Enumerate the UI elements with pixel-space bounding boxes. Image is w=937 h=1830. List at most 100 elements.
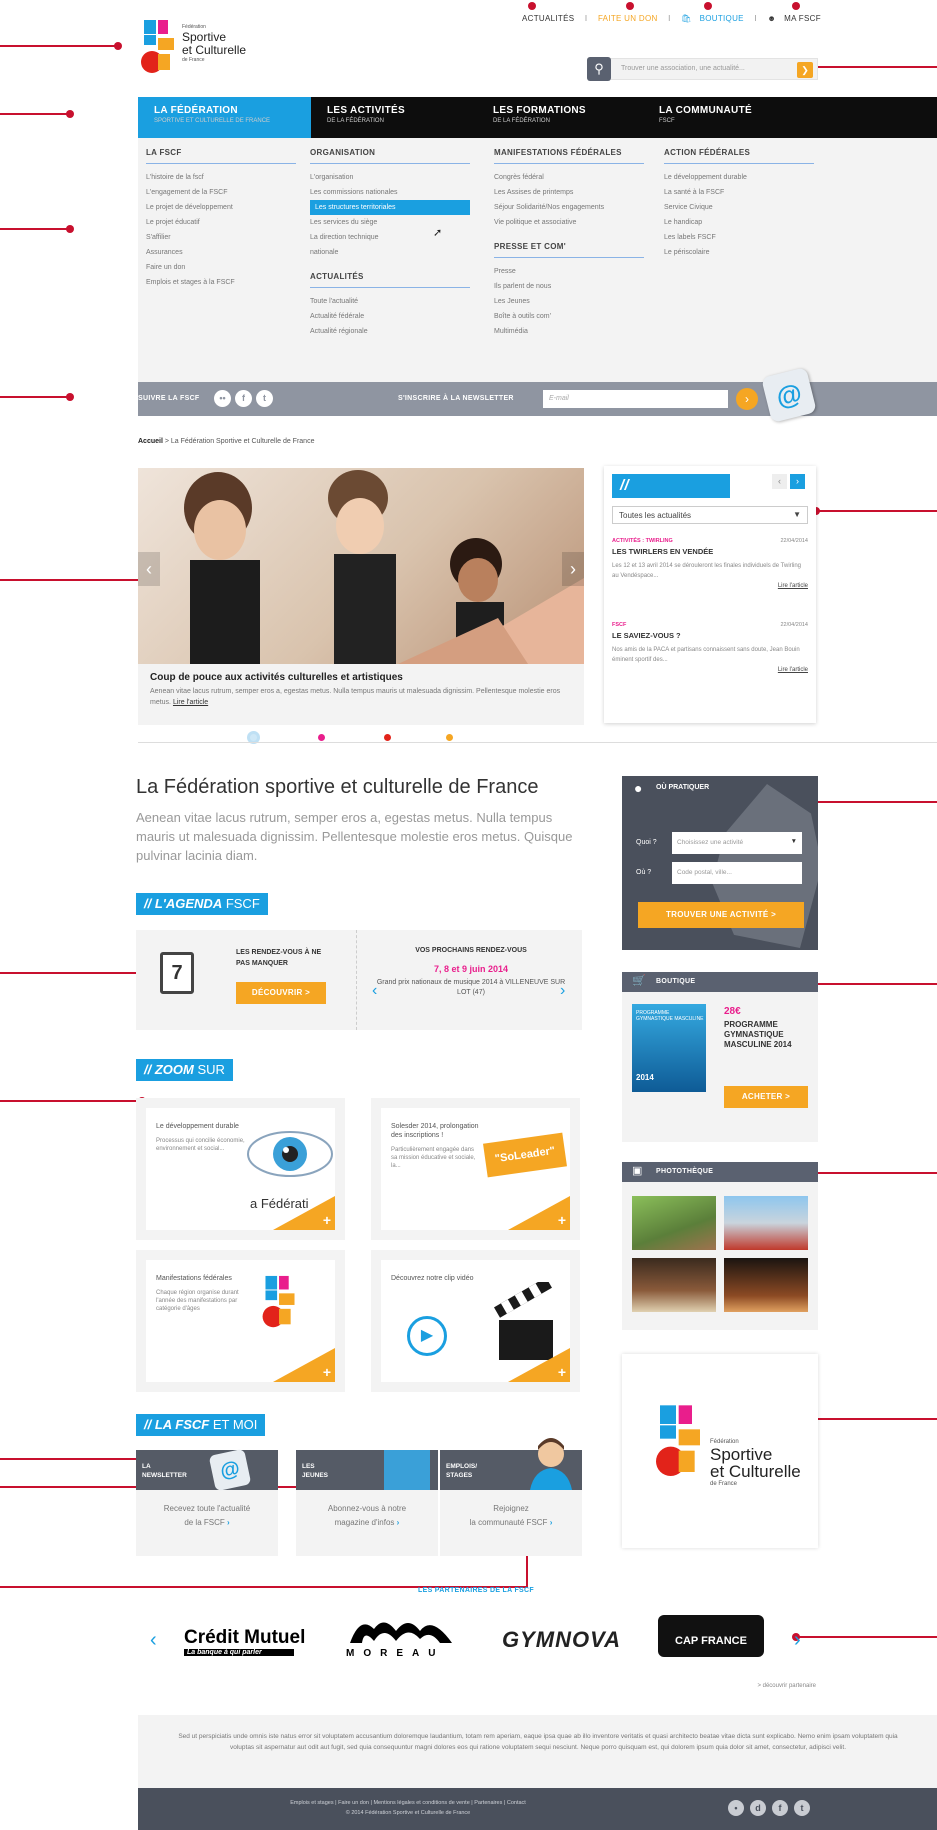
mega-link[interactable]: Actualité régionale: [310, 324, 470, 339]
mega-link[interactable]: nationale: [310, 245, 470, 260]
partners-next-arrow[interactable]: ›: [794, 1629, 801, 1652]
flickr-icon[interactable]: •: [728, 1800, 744, 1816]
news-prev-button[interactable]: ‹: [772, 474, 787, 489]
mega-link[interactable]: Le projet de développement: [146, 200, 296, 215]
top-link-boutique[interactable]: BOUTIQUE: [700, 14, 744, 23]
mega-link[interactable]: Le périscolaire: [664, 245, 814, 260]
all-partners-link[interactable]: > découvrir partenaire: [620, 1683, 816, 1689]
search-icon[interactable]: ⚲: [587, 57, 611, 81]
dailymotion-icon[interactable]: d: [750, 1800, 766, 1816]
partners-prev-arrow[interactable]: ‹: [150, 1629, 157, 1652]
mega-link[interactable]: Ils parlent de nous: [494, 279, 644, 294]
mega-link[interactable]: Les services du siège: [310, 215, 470, 230]
top-link-ma-fscf[interactable]: MA FSCF: [784, 14, 821, 23]
mega-link[interactable]: Le projet éducatif: [146, 215, 296, 230]
slide-prev-arrow[interactable]: ‹: [138, 552, 160, 586]
agenda-prev-arrow[interactable]: ‹: [372, 982, 377, 1000]
news-read-more-link[interactable]: Lire l'article: [612, 583, 808, 589]
mega-link[interactable]: L'engagement de la FSCF: [146, 185, 296, 200]
mega-link[interactable]: Séjour Solidarité/Nos engagements: [494, 200, 644, 215]
photo-thumbnail[interactable]: [724, 1196, 808, 1250]
plus-icon[interactable]: +: [558, 1212, 566, 1228]
news-read-more-link[interactable]: Lire l'article: [612, 667, 808, 673]
newsletter-email-input[interactable]: E-mail: [543, 390, 728, 408]
photo-thumbnail[interactable]: [632, 1196, 716, 1250]
mega-link[interactable]: Service Civique: [664, 200, 814, 215]
partner-gymnova[interactable]: GYMNOVA: [502, 1627, 621, 1653]
news-item[interactable]: ACTIVITÉS : TWIRLING 22/04/2014 LES TWIR…: [612, 538, 808, 589]
mega-link[interactable]: Les commissions nationales: [310, 185, 470, 200]
news-next-button[interactable]: ›: [790, 474, 805, 489]
twitter-icon[interactable]: t: [794, 1800, 810, 1816]
moi-card-newsletter[interactable]: LA NEWSLETTER @ Recevez toute l'actualit…: [136, 1448, 278, 1556]
slider-dot[interactable]: [384, 734, 391, 741]
photo-thumbnail[interactable]: [632, 1258, 716, 1312]
mega-link[interactable]: Emplois et stages à la FSCF: [146, 275, 296, 290]
slider-dot[interactable]: [446, 734, 453, 741]
slide-next-arrow[interactable]: ›: [562, 552, 584, 586]
mega-link[interactable]: La santé à la FSCF: [664, 185, 814, 200]
photo-thumbnail[interactable]: [724, 1258, 808, 1312]
nav-federation[interactable]: LA FÉDÉRATION SPORTIVE ET CULTURELLE DE F…: [138, 97, 311, 138]
mega-link[interactable]: Assurances: [146, 245, 296, 260]
plus-icon[interactable]: +: [323, 1212, 331, 1228]
mega-link[interactable]: Le handicap: [664, 215, 814, 230]
mega-link[interactable]: L'organisation: [310, 170, 470, 185]
discover-button[interactable]: DÉCOUVRIR >: [236, 982, 326, 1004]
plus-icon[interactable]: +: [323, 1364, 331, 1380]
nav-formations[interactable]: LES FORMATIONS DE LA FÉDÉRATION: [477, 97, 643, 138]
mega-link[interactable]: Multimédia: [494, 324, 644, 339]
nav-communaute[interactable]: LA COMMUNAUTÉ FSCF: [643, 97, 823, 138]
fscf-logo[interactable]: Fédération Sportive et Culturelle de Fra…: [138, 18, 248, 80]
footer-links-text[interactable]: Emplois et stages | Faire un don | Menti…: [138, 1798, 678, 1808]
news-filter-select[interactable]: Toutes les actualités ▼: [612, 506, 808, 524]
news-item[interactable]: FSCF 22/04/2014 LE SAVIEZ-VOUS ? Nos ami…: [612, 622, 808, 673]
zoom-tile[interactable]: Solesder 2014, prolongation des inscript…: [371, 1098, 580, 1240]
partner-credit-mutuel[interactable]: Crédit Mutuel La banque à qui parler: [184, 1627, 305, 1656]
partner-moreau[interactable]: MOREAU: [346, 1615, 456, 1659]
mega-link[interactable]: Congrès fédéral: [494, 170, 644, 185]
zoom-tile[interactable]: Manifestations fédérales Chaque région or…: [136, 1250, 345, 1392]
zoom-tile[interactable]: Découvrez notre clip vidéo ▶ +: [371, 1250, 580, 1392]
mega-link-selected[interactable]: Les structures territoriales: [310, 200, 470, 215]
product-name[interactable]: PROGRAMME GYMNASTIQUE MASCULINE 2014: [724, 1020, 814, 1050]
mega-link[interactable]: Toute l'actualité: [310, 294, 470, 309]
mega-link[interactable]: Presse: [494, 264, 644, 279]
slide-read-more-link[interactable]: Lire l'article: [173, 699, 208, 706]
moi-card-jeunes[interactable]: LES JEUNES Abonnez-vous à notre magazine …: [296, 1450, 438, 1556]
mega-link[interactable]: Actualité fédérale: [310, 309, 470, 324]
moi-card-emplois[interactable]: EMPLOIS/ STAGES Rejoignez la communauté F…: [440, 1438, 582, 1556]
search-input[interactable]: Trouver une association, une actualité..…: [621, 65, 745, 72]
mega-link[interactable]: Boîte à outils com': [494, 309, 644, 324]
play-icon[interactable]: ▶: [407, 1316, 447, 1356]
partner-cap-france[interactable]: CAP FRANCE: [658, 1615, 764, 1657]
mega-link[interactable]: Les Jeunes: [494, 294, 644, 309]
facebook-icon[interactable]: f: [235, 390, 252, 407]
search-submit-button[interactable]: ❯: [797, 62, 813, 78]
plus-icon[interactable]: +: [558, 1364, 566, 1380]
slide-title[interactable]: Coup de pouce aux activités culturelles …: [150, 672, 570, 683]
nav-activites[interactable]: LES ACTIVITÉS DE LA FÉDÉRATION: [311, 97, 477, 138]
mega-link[interactable]: Faire un don: [146, 260, 296, 275]
flickr-icon[interactable]: ••: [214, 390, 231, 407]
mega-link[interactable]: Vie politique et associative: [494, 215, 644, 230]
news-item-title[interactable]: LES TWIRLERS EN VENDÉE: [612, 547, 808, 556]
top-link-actualites[interactable]: ACTUALITÉS: [522, 14, 574, 23]
agenda-next-arrow[interactable]: ›: [560, 982, 565, 1000]
product-cover[interactable]: PROGRAMME GYMNASTIQUE MASCULINE 2014: [632, 1004, 706, 1092]
mega-link[interactable]: S'affilier: [146, 230, 296, 245]
news-item-title[interactable]: LE SAVIEZ-VOUS ?: [612, 631, 808, 640]
mega-link[interactable]: L'histoire de la fscf: [146, 170, 296, 185]
activity-select[interactable]: Choisissez une activité ▼: [672, 832, 802, 854]
breadcrumb-home[interactable]: Accueil: [138, 438, 163, 445]
newsletter-submit-button[interactable]: ›: [736, 388, 758, 410]
mega-link[interactable]: Les Assises de printemps: [494, 185, 644, 200]
buy-button[interactable]: ACHETER >: [724, 1086, 808, 1108]
zoom-tile[interactable]: Le développement durable Processus qui co…: [136, 1098, 345, 1240]
search-box[interactable]: ⚲ Trouver une association, une actualité…: [587, 57, 818, 81]
mega-link[interactable]: Les labels FSCF: [664, 230, 814, 245]
slider-dot[interactable]: [318, 734, 325, 741]
twitter-icon[interactable]: t: [256, 390, 273, 407]
top-link-don[interactable]: FAITE UN DON: [598, 14, 658, 23]
location-input[interactable]: Code postal, ville...: [672, 862, 802, 884]
